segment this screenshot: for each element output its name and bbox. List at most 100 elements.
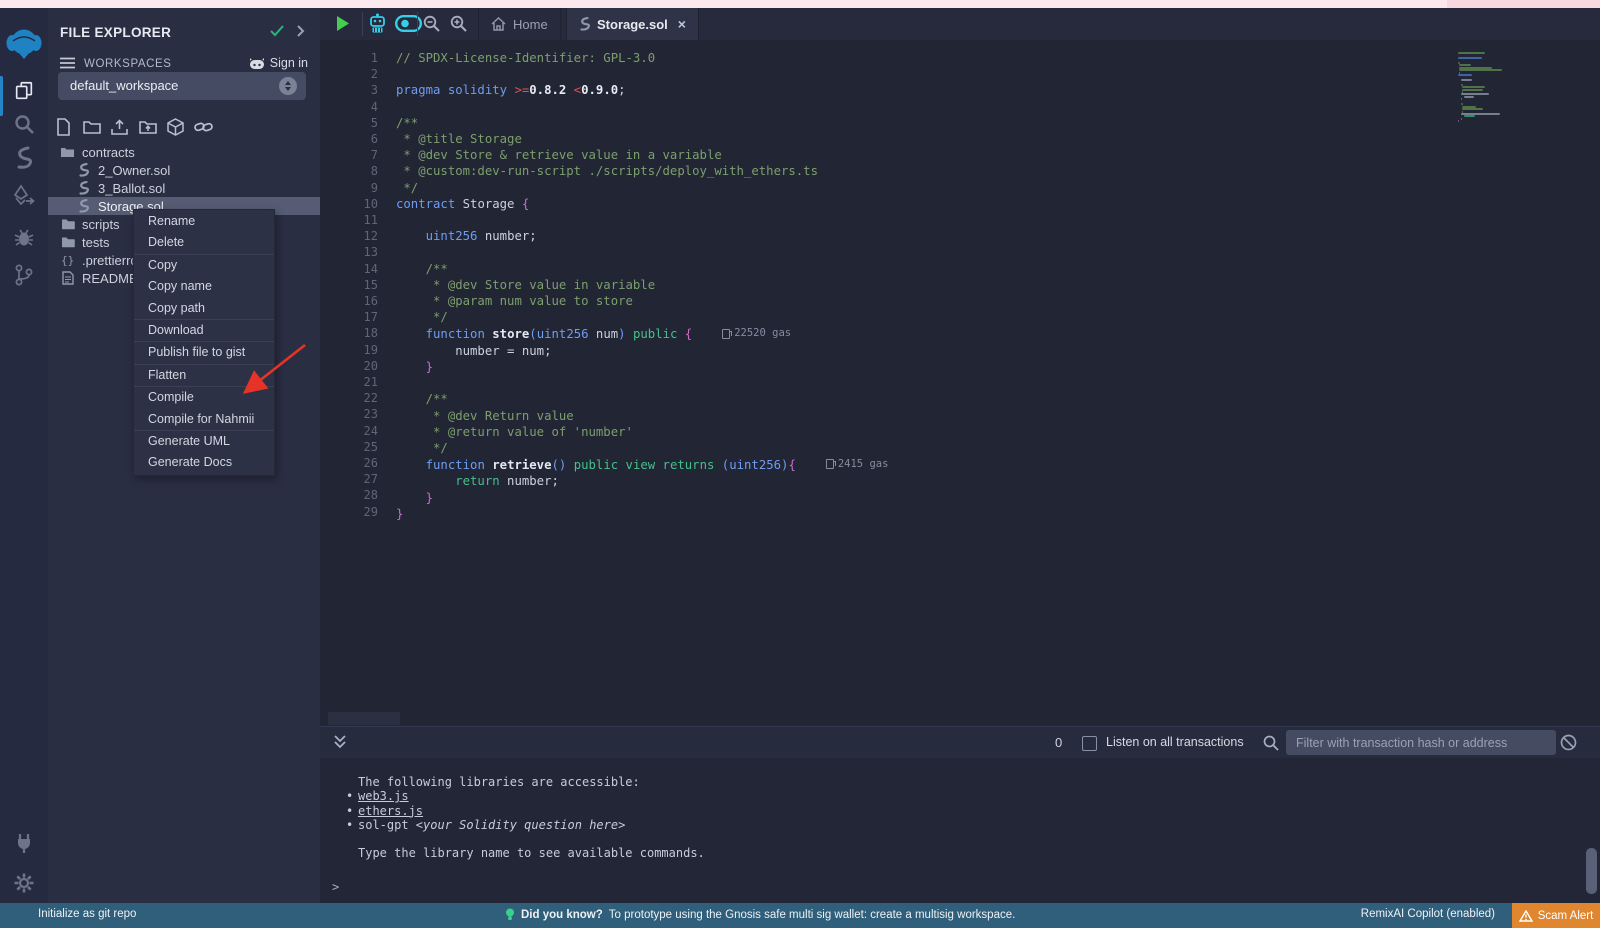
deploy-run-icon[interactable]	[13, 184, 35, 206]
remix-ide-window: FILE EXPLORER WORKSPACES Sign in default…	[0, 0, 1600, 928]
terminal-link-web3-js[interactable]: web3.js	[358, 789, 409, 803]
transaction-filter-input[interactable]	[1286, 730, 1556, 755]
active-plugin-indicator	[0, 76, 3, 116]
line-number: 23	[320, 406, 378, 422]
code-line: */	[396, 180, 888, 196]
github-icon	[249, 57, 265, 70]
terminal-collapse-icon[interactable]	[333, 734, 347, 750]
context-menu-item-generate-docs[interactable]: Generate Docs	[134, 452, 274, 473]
code-line: uint256 number;	[396, 228, 888, 244]
file-explorer-icon[interactable]	[13, 80, 35, 102]
tab-label: Home	[513, 17, 548, 32]
code-line: contract Storage {	[396, 196, 888, 212]
bullet-icon: •	[346, 818, 353, 832]
context-menu-item-copy-path[interactable]: Copy path	[134, 298, 274, 319]
workspace-select[interactable]: default_workspace	[58, 72, 306, 100]
context-menu-item-download[interactable]: Download	[134, 320, 274, 341]
status-bar: Initialize as git repo Did you know? To …	[0, 903, 1600, 928]
lightbulb-icon	[505, 908, 515, 922]
code-line	[396, 66, 888, 82]
folder-icon	[60, 218, 75, 230]
minimap-line	[1462, 89, 1483, 91]
remixai-robot-icon[interactable]	[368, 13, 387, 34]
context-menu-item-copy[interactable]: Copy	[134, 255, 274, 276]
new-file-icon[interactable]	[52, 116, 75, 138]
gas-pump-icon	[722, 329, 730, 339]
close-icon[interactable]: ×	[678, 16, 686, 32]
settings-icon[interactable]	[13, 872, 35, 894]
scam-alert-button[interactable]: Scam Alert	[1512, 903, 1600, 928]
upload-folder-icon[interactable]	[136, 116, 159, 138]
plugin-manager-icon[interactable]	[13, 832, 35, 854]
context-menu-item-compile[interactable]: Compile	[134, 387, 274, 408]
line-number: 19	[320, 342, 378, 358]
file-tree-item-contracts[interactable]: contracts	[48, 143, 320, 161]
tip-bold-text: Did you know?	[521, 909, 603, 921]
code-line: return number;	[396, 473, 888, 489]
new-folder-icon[interactable]	[80, 116, 103, 138]
chevron-right-icon[interactable]	[296, 25, 305, 37]
context-menu-item-copy-name[interactable]: Copy name	[134, 276, 274, 297]
minimap-line	[1464, 115, 1475, 117]
code-line: }	[396, 490, 888, 506]
zoom-in-icon[interactable]	[450, 15, 467, 32]
editor-hscrollbar[interactable]	[328, 712, 400, 725]
line-number: 9	[320, 180, 378, 196]
context-menu-item-rename[interactable]: Rename	[134, 211, 274, 232]
terminal-output[interactable]: The following libraries are accessible:•…	[320, 758, 1600, 911]
workspaces-menu-icon[interactable]	[60, 57, 75, 69]
minimap[interactable]	[1458, 52, 1548, 123]
terminal-search-icon[interactable]	[1263, 735, 1279, 751]
link-icon[interactable]	[192, 116, 215, 138]
context-menu-item-compile-for-nahmii[interactable]: Compile for Nahmii	[134, 409, 274, 430]
search-icon[interactable]	[14, 114, 34, 134]
solidity-file-icon	[76, 163, 91, 177]
tab-storage-sol[interactable]: Storage.sol×	[566, 8, 699, 40]
sign-in-button[interactable]: Sign in	[249, 56, 308, 70]
init-git-repo-button[interactable]: Initialize as git repo	[38, 908, 136, 920]
solidity-compiler-icon[interactable]	[14, 146, 34, 170]
file-tree-item-2-owner-sol[interactable]: 2_Owner.sol	[48, 161, 320, 179]
run-script-button[interactable]	[336, 15, 350, 32]
bullet-icon: •	[346, 804, 353, 818]
browser-top-strip	[0, 0, 1600, 8]
code-line: pragma solidity >=0.8.2 <0.9.0;	[396, 82, 888, 98]
terminal-prompt[interactable]: >	[332, 880, 339, 894]
code-editor[interactable]: 1234567891011121314151617181920212223242…	[320, 40, 1600, 726]
minimap-line	[1459, 69, 1503, 71]
code-line	[396, 375, 888, 391]
tab-home[interactable]: Home	[478, 8, 561, 40]
zoom-out-icon[interactable]	[423, 15, 440, 32]
debugger-icon[interactable]	[13, 226, 35, 248]
line-number: 28	[320, 487, 378, 503]
page-scrollbar-thumb[interactable]	[1586, 848, 1597, 894]
file-tree-label: scripts	[82, 217, 120, 232]
ipfs-box-icon[interactable]	[164, 116, 187, 138]
toolbar-separator	[362, 12, 363, 36]
home-icon	[491, 17, 506, 31]
code-line: /**	[396, 115, 888, 131]
listen-transactions-label: Listen on all transactions	[1106, 735, 1244, 749]
code-content: // SPDX-License-Identifier: GPL-3.0 prag…	[396, 50, 888, 522]
file-tree-label: .prettierrc	[82, 253, 137, 268]
minimap-line	[1461, 118, 1462, 120]
code-line: */	[396, 440, 888, 456]
context-menu-item-publish-file-to-gist[interactable]: Publish file to gist	[134, 342, 274, 363]
line-numbers: 1234567891011121314151617181920212223242…	[320, 50, 378, 520]
context-menu-item-delete[interactable]: Delete	[134, 232, 274, 253]
code-line: * @dev Store value in variable	[396, 277, 888, 293]
upload-file-icon[interactable]	[108, 116, 131, 138]
terminal-link-ethers-js[interactable]: ethers.js	[358, 804, 423, 818]
file-tree-item-3-ballot-sol[interactable]: 3_Ballot.sol	[48, 179, 320, 197]
context-menu-item-flatten[interactable]: Flatten	[134, 365, 274, 386]
clear-console-icon[interactable]	[1560, 734, 1577, 751]
workspace-selected-value: default_workspace	[70, 78, 178, 93]
terminal-header: 0 Listen on all transactions	[320, 726, 1600, 759]
listen-transactions-checkbox[interactable]	[1082, 736, 1097, 751]
line-number: 27	[320, 471, 378, 487]
git-icon[interactable]	[15, 264, 33, 286]
context-menu-item-generate-uml[interactable]: Generate UML	[134, 431, 274, 452]
line-number: 18	[320, 325, 378, 341]
code-line: function retrieve() public view returns …	[396, 456, 888, 473]
warning-icon	[1519, 910, 1533, 922]
